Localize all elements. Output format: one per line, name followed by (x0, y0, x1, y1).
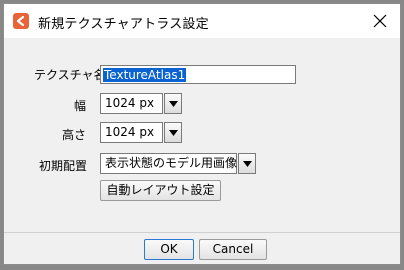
initial-layout-value: 表示状態のモデル用画像 (100, 153, 237, 174)
ok-button[interactable]: OK (144, 239, 194, 260)
close-icon (373, 14, 387, 28)
dialog-window: 新規テクスチャアトラス設定 テクスチャ名 TextureAtlas1 幅 102… (3, 3, 401, 265)
width-value: 1024 px (100, 93, 163, 114)
width-dropdown-button[interactable] (164, 93, 182, 114)
initial-layout-label: 初期配置 (39, 159, 88, 173)
dialog-title: 新規テクスチャアトラス設定 (38, 17, 209, 32)
initial-layout-dropdown-button[interactable] (238, 153, 256, 174)
app-logo-icon (13, 13, 29, 29)
auto-layout-button[interactable]: 自動レイアウト設定 (100, 180, 221, 201)
close-button[interactable] (363, 4, 397, 38)
chevron-down-icon (169, 130, 178, 136)
title-bar: 新規テクスチャアトラス設定 (4, 4, 400, 38)
chevron-down-icon (169, 101, 178, 107)
height-dropdown-button[interactable] (164, 122, 182, 143)
chevron-down-icon (243, 161, 252, 167)
texture-name-input[interactable]: TextureAtlas1 (100, 65, 296, 84)
footer-separator (4, 232, 400, 233)
height-label: 高さ (62, 128, 87, 142)
texture-name-value: TextureAtlas1 (103, 68, 187, 82)
texture-name-label: テクスチャ名 (34, 68, 106, 82)
height-value: 1024 px (100, 122, 163, 143)
cancel-button[interactable]: Cancel (199, 239, 267, 260)
width-label: 幅 (74, 99, 87, 113)
